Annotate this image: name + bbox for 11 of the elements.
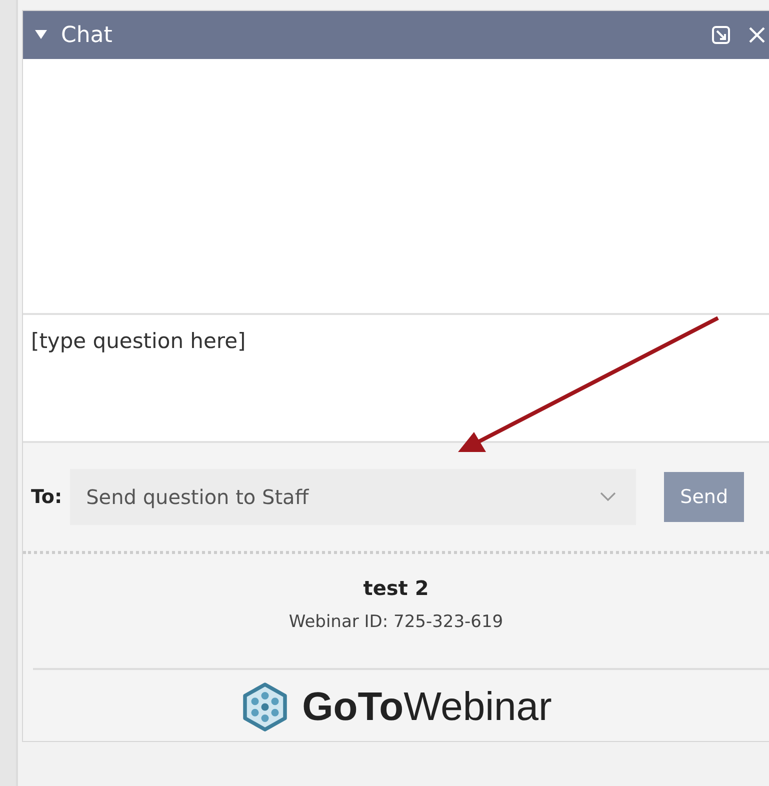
pop-out-icon[interactable] <box>711 25 731 45</box>
chevron-icon <box>600 492 616 502</box>
brand-logo-text: GoToWebinar <box>302 684 552 730</box>
close-icon[interactable] <box>747 25 767 45</box>
recipient-dropdown[interactable]: Send question to Staff <box>70 469 636 525</box>
window-title: Chat <box>61 22 112 48</box>
webinar-id: Webinar ID: 725-323-619 <box>288 612 504 632</box>
question-field[interactable]: [type question here] <box>23 315 769 443</box>
to-label: To: <box>31 486 62 508</box>
collapse-triangle-icon[interactable] <box>35 30 47 40</box>
webinar-title: test 2 <box>363 576 429 600</box>
